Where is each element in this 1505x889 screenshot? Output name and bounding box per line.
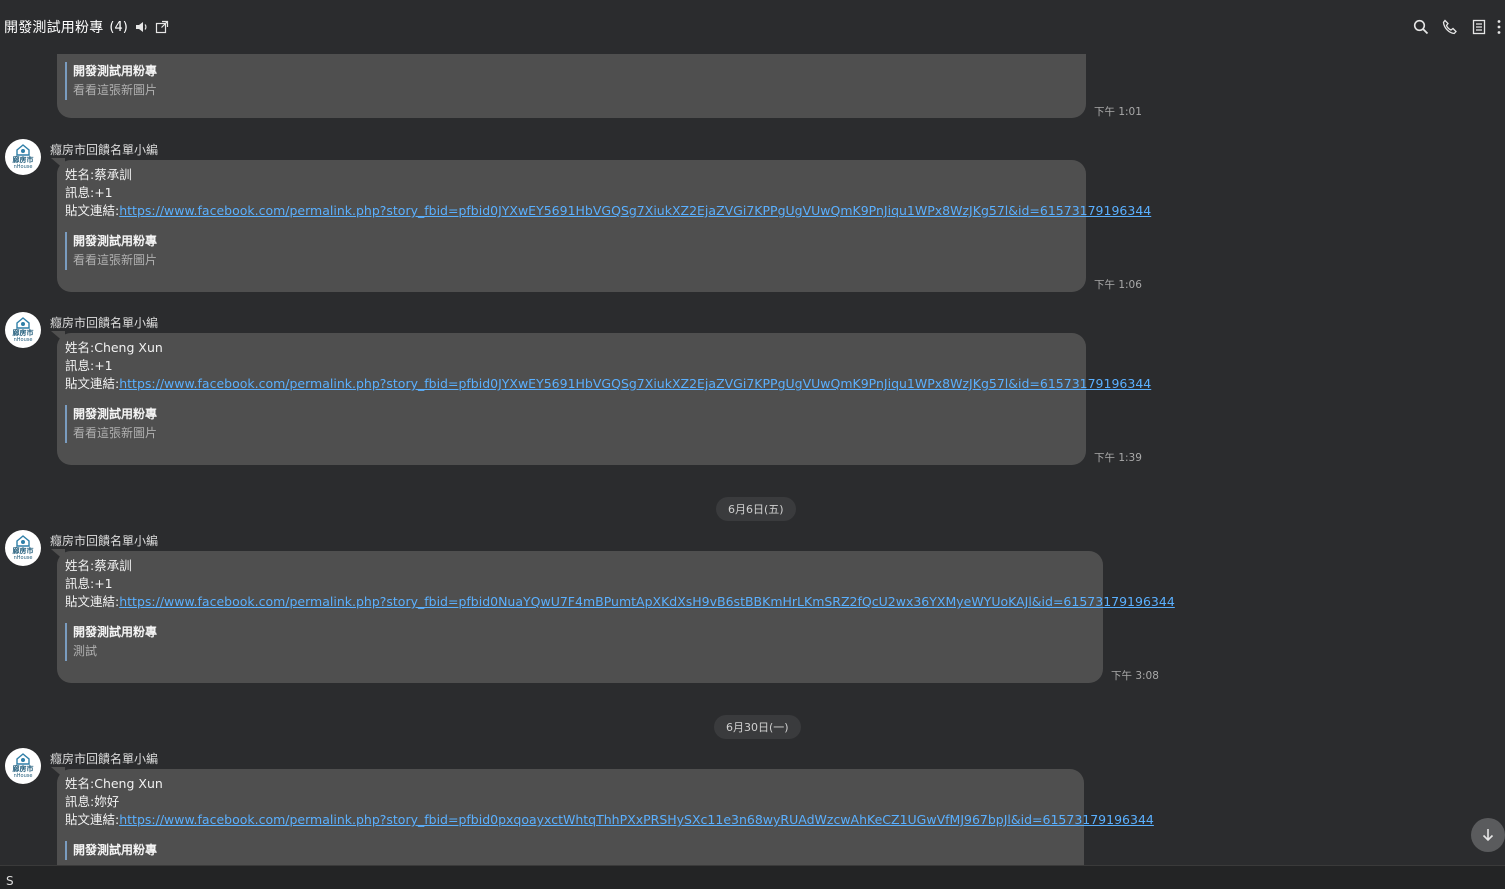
sender-name: 癮房市回饋名單小編 [50, 316, 159, 330]
bubble-tail [51, 331, 65, 343]
quote-title: 開發測試用粉專 [73, 234, 158, 248]
avatar-text: 廊房市 [12, 329, 34, 337]
message-time: 下午 1:39 [1094, 452, 1142, 464]
avatar-text: 廊房市 [12, 156, 34, 164]
avatar-subtext: nHouse [13, 773, 33, 779]
house-logo-icon [16, 753, 30, 765]
avatar[interactable]: 廊房市 nHouse [5, 139, 41, 175]
avatar-subtext: nHouse [13, 555, 33, 561]
search-icon[interactable] [1406, 14, 1435, 40]
message-name-line: 姓名:Cheng Xun [65, 340, 163, 355]
quote-title: 開發測試用粉專 [73, 64, 158, 78]
sender-name: 癮房市回饋名單小編 [50, 534, 159, 548]
message-text-line: 訊息:妳好 [65, 794, 120, 809]
quote-text: 看看這張新圖片 [73, 253, 158, 267]
message-time: 下午 1:06 [1094, 279, 1142, 291]
message-text-line: 訊息:+1 [65, 358, 113, 373]
date-separator: 6月30日(一) [714, 715, 801, 739]
message-name-line: 姓名:蔡承訓 [65, 558, 132, 573]
quote-text: 看看這張新圖片 [73, 426, 158, 440]
avatar[interactable]: 廊房市 nHouse [5, 312, 41, 348]
link-label: 貼文連結: [65, 594, 120, 609]
phone-icon[interactable] [1435, 14, 1464, 40]
house-logo-icon [16, 535, 30, 547]
quoted-reply[interactable]: 開發測試用粉專 看看這張新圖片 [65, 62, 1074, 100]
message-bubble[interactable]: 姓名:蔡承訓 訊息:+1 貼文連結:https://www.facebook.c… [51, 158, 1151, 292]
quoted-reply[interactable]: 開發測試用粉專 [65, 841, 1072, 860]
avatar[interactable]: 廊房市 nHouse [5, 748, 41, 784]
message-name-line: 姓名:蔡承訓 [65, 167, 132, 182]
quote-title: 開發測試用粉專 [73, 625, 158, 639]
quote-text: 看看這張新圖片 [73, 83, 158, 97]
sender-name: 癮房市回饋名單小編 [50, 752, 159, 766]
header-actions [1406, 14, 1505, 40]
house-logo-icon [16, 144, 30, 156]
message-text-line: 訊息:+1 [65, 185, 113, 200]
avatar-subtext: nHouse [13, 337, 33, 343]
avatar[interactable]: 廊房市 nHouse [5, 530, 41, 566]
chat-header: 開發測試用粉專 (4) [0, 0, 1505, 54]
message-bubble[interactable]: 姓名:蔡承訓 訊息:+1 貼文連結:https://www.facebook.c… [51, 549, 1175, 683]
chat-title-group: 開發測試用粉專 (4) [0, 17, 172, 37]
message-time: 下午 1:01 [1094, 106, 1142, 118]
bubble-tail [51, 767, 65, 779]
arrow-down-icon [1482, 829, 1494, 842]
avatar-text: 廊房市 [12, 547, 34, 555]
link-label: 貼文連結: [65, 203, 120, 218]
popout-icon[interactable] [152, 17, 172, 37]
unread-count: (4) [109, 19, 128, 35]
avatar-text: 廊房市 [12, 765, 34, 773]
message-name-line: 姓名:Cheng Xun [65, 776, 163, 791]
chat-title: 開發測試用粉專 [4, 20, 104, 36]
more-icon[interactable] [1493, 14, 1505, 40]
message-link-line: 貼文連結:https://www.facebook.com/permalink.… [65, 593, 1175, 611]
quote-title: 開發測試用粉專 [73, 843, 158, 857]
message-input[interactable] [0, 866, 1505, 889]
message-link-line: 貼文連結:https://www.facebook.com/permalink.… [65, 375, 1151, 393]
message-bubble[interactable]: 姓名:Cheng Xun 訊息:妳好 貼文連結:https://www.face… [51, 767, 1154, 865]
post-link[interactable]: https://www.facebook.com/permalink.php?s… [119, 376, 1151, 391]
quote-text: 測試 [73, 644, 98, 658]
post-link[interactable]: https://www.facebook.com/permalink.php?s… [119, 812, 1154, 827]
bubble-tail [51, 549, 65, 561]
volume-icon[interactable] [132, 17, 152, 37]
quote-title: 開發測試用粉專 [73, 407, 158, 421]
link-label: 貼文連結: [65, 376, 120, 391]
message-bubble[interactable]: 開發測試用粉專 看看這張新圖片 [57, 54, 1086, 118]
date-separator: 6月6日(五) [716, 497, 796, 521]
avatar-subtext: nHouse [13, 164, 33, 170]
message-time: 下午 3:08 [1111, 670, 1159, 682]
notes-icon[interactable] [1464, 14, 1493, 40]
quoted-reply[interactable]: 開發測試用粉專 測試 [65, 623, 1091, 661]
post-link[interactable]: https://www.facebook.com/permalink.php?s… [119, 203, 1151, 218]
message-link-line: 貼文連結:https://www.facebook.com/permalink.… [65, 202, 1151, 220]
message-composer [0, 865, 1505, 889]
quoted-reply[interactable]: 開發測試用粉專 看看這張新圖片 [65, 405, 1074, 443]
house-logo-icon [16, 317, 30, 329]
message-bubble[interactable]: 姓名:Cheng Xun 訊息:+1 貼文連結:https://www.face… [51, 331, 1151, 465]
link-label: 貼文連結: [65, 812, 120, 827]
message-text-line: 訊息:+1 [65, 576, 113, 591]
quoted-reply[interactable]: 開發測試用粉專 看看這張新圖片 [65, 232, 1074, 270]
bubble-tail [51, 158, 65, 170]
sender-name: 癮房市回饋名單小編 [50, 143, 159, 157]
message-link-line: 貼文連結:https://www.facebook.com/permalink.… [65, 811, 1154, 829]
scroll-to-bottom-button[interactable] [1471, 818, 1505, 852]
post-link[interactable]: https://www.facebook.com/permalink.php?s… [119, 594, 1175, 609]
message-list[interactable]: 開發測試用粉專 看看這張新圖片 下午 1:01 廊房市 nHouse 癮房市回饋… [0, 54, 1505, 865]
